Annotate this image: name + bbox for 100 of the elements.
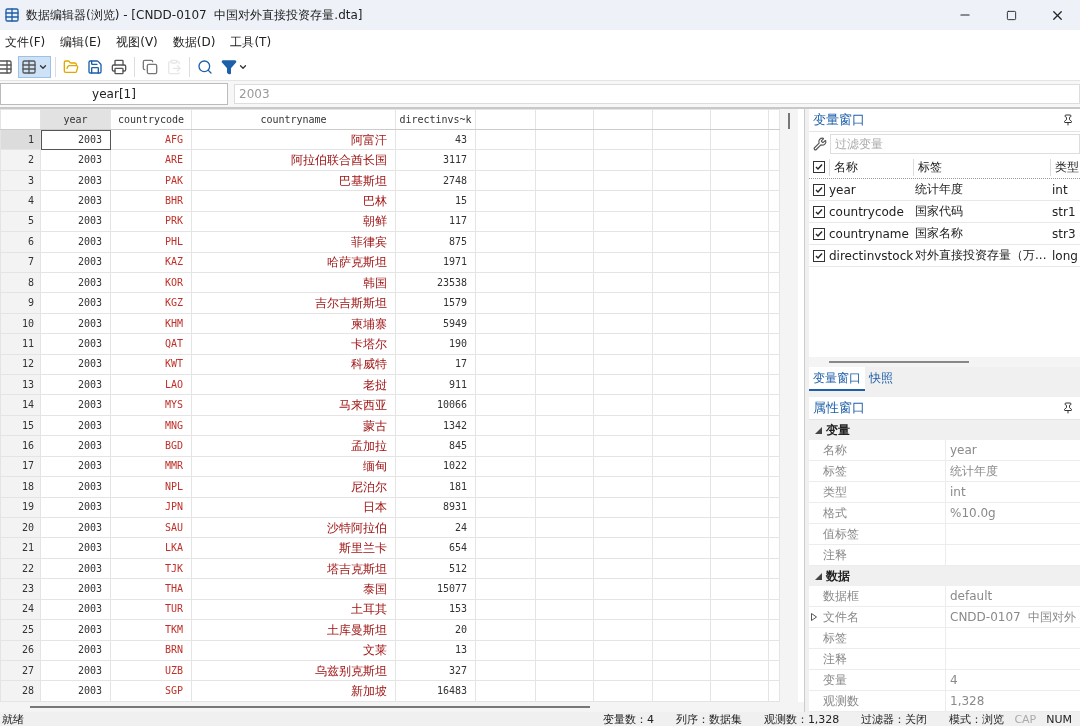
toolbar-button[interactable] <box>18 56 51 78</box>
table-cell[interactable]: 2003 <box>40 211 111 232</box>
checkbox[interactable] <box>813 249 825 262</box>
column-header[interactable]: countryname <box>191 109 396 130</box>
table-cell[interactable]: 1022 <box>395 456 476 477</box>
table-cell[interactable]: 沙特阿拉伯 <box>191 517 396 538</box>
menu-item[interactable]: 工具(T) <box>227 31 280 53</box>
horizontal-scrollbar[interactable] <box>809 357 1080 367</box>
table-cell[interactable]: 845 <box>395 435 476 457</box>
row-number[interactable]: 25 <box>0 619 41 641</box>
checkbox[interactable] <box>813 227 825 240</box>
table-cell[interactable]: 2003 <box>40 415 111 436</box>
table-cell[interactable]: 2003 <box>40 517 111 538</box>
table-cell[interactable]: MNG <box>110 415 192 436</box>
row-number[interactable]: 21 <box>0 537 41 559</box>
row-number[interactable]: 17 <box>0 456 41 477</box>
row-number[interactable]: 2 <box>0 149 41 171</box>
row-number[interactable]: 4 <box>0 190 41 212</box>
table-cell[interactable]: NPL <box>110 476 192 498</box>
table-cell[interactable]: 2003 <box>40 149 111 171</box>
table-cell[interactable]: BHR <box>110 190 192 212</box>
table-cell[interactable]: 孟加拉 <box>191 435 396 457</box>
row-number[interactable]: 18 <box>0 476 41 498</box>
checkbox[interactable] <box>813 205 825 218</box>
table-cell[interactable]: 土耳其 <box>191 599 396 620</box>
table-cell[interactable]: 3117 <box>395 149 476 171</box>
table-cell[interactable]: 韩国 <box>191 272 396 293</box>
table-cell[interactable]: 2748 <box>395 170 476 191</box>
table-cell[interactable]: 2003 <box>40 292 111 314</box>
table-cell[interactable]: 卡塔尔 <box>191 333 396 355</box>
table-cell[interactable]: 2003 <box>40 395 111 416</box>
wrench-icon[interactable] <box>813 137 827 151</box>
table-cell[interactable]: 2003 <box>40 272 111 293</box>
vertical-scrollbar[interactable] <box>780 109 798 702</box>
table-cell[interactable]: 阿富汗 <box>191 129 396 150</box>
table-cell[interactable]: KAZ <box>110 252 192 273</box>
table-cell[interactable]: KHM <box>110 313 192 334</box>
row-number[interactable]: 3 <box>0 170 41 191</box>
table-cell[interactable]: 5949 <box>395 313 476 334</box>
table-cell[interactable]: QAT <box>110 333 192 355</box>
table-cell[interactable]: 2003 <box>40 640 111 661</box>
table-cell[interactable]: LAO <box>110 374 192 395</box>
table-cell[interactable]: BGD <box>110 435 192 457</box>
table-cell[interactable]: 2003 <box>40 680 111 702</box>
table-cell[interactable]: 1342 <box>395 415 476 436</box>
row-number[interactable]: 13 <box>0 374 41 395</box>
table-cell[interactable]: TKM <box>110 619 192 641</box>
triangle-icon[interactable] <box>815 572 822 580</box>
table-cell[interactable]: 8931 <box>395 497 476 518</box>
row-number[interactable]: 19 <box>0 497 41 518</box>
table-cell[interactable]: 新加坡 <box>191 680 396 702</box>
table-cell[interactable]: 512 <box>395 558 476 579</box>
table-cell[interactable]: 181 <box>395 476 476 498</box>
row-number[interactable]: 9 <box>0 292 41 314</box>
table-cell[interactable]: KOR <box>110 272 192 293</box>
row-number[interactable]: 15 <box>0 415 41 436</box>
row-number[interactable]: 24 <box>0 599 41 620</box>
table-cell[interactable]: 塔吉克斯坦 <box>191 558 396 579</box>
row-number[interactable]: 11 <box>0 333 41 355</box>
triangle-icon[interactable] <box>811 613 817 621</box>
row-number[interactable]: 12 <box>0 354 41 375</box>
table-cell[interactable]: 斯里兰卡 <box>191 537 396 559</box>
checkbox[interactable] <box>813 183 825 196</box>
table-cell[interactable]: 2003 <box>40 129 111 150</box>
table-cell[interactable]: THA <box>110 578 192 600</box>
checkbox[interactable] <box>813 161 825 173</box>
menu-item[interactable]: 文件(F) <box>2 31 54 53</box>
table-cell[interactable]: 朝鲜 <box>191 211 396 232</box>
table-cell[interactable]: 17 <box>395 354 476 375</box>
menu-item[interactable]: 编辑(E) <box>57 31 110 53</box>
table-cell[interactable]: 2003 <box>40 476 111 498</box>
filter-field[interactable]: 过滤变量 <box>830 134 1080 154</box>
row-number[interactable]: 10 <box>0 313 41 334</box>
row-number[interactable]: 6 <box>0 231 41 253</box>
table-cell[interactable]: 2003 <box>40 537 111 559</box>
table-cell[interactable]: 2003 <box>40 619 111 641</box>
table-cell[interactable]: 15077 <box>395 578 476 600</box>
pin-icon[interactable] <box>1062 114 1074 126</box>
row-number[interactable]: 16 <box>0 435 41 457</box>
table-cell[interactable]: 巴基斯坦 <box>191 170 396 191</box>
table-cell[interactable]: 2003 <box>40 435 111 457</box>
table-cell[interactable]: 2003 <box>40 190 111 212</box>
variable-name[interactable]: countrycode <box>829 204 904 219</box>
table-cell[interactable]: SAU <box>110 517 192 538</box>
table-cell[interactable]: 2003 <box>40 374 111 395</box>
tab[interactable]: 快照 <box>865 367 897 391</box>
table-cell[interactable]: 16483 <box>395 680 476 702</box>
table-cell[interactable]: 阿拉伯联合酋长国 <box>191 149 396 171</box>
table-cell[interactable]: SGP <box>110 680 192 702</box>
table-cell[interactable]: UZB <box>110 660 192 681</box>
table-cell[interactable]: 老挝 <box>191 374 396 395</box>
row-number[interactable]: 22 <box>0 558 41 579</box>
table-cell[interactable]: BRN <box>110 640 192 661</box>
table-cell[interactable]: 2003 <box>40 456 111 477</box>
column-header[interactable]: countrycode <box>110 109 192 130</box>
row-number[interactable]: 20 <box>0 517 41 538</box>
variable-name[interactable]: year <box>829 182 856 197</box>
table-cell[interactable]: 2003 <box>40 333 111 355</box>
table-cell[interactable]: 哈萨克斯坦 <box>191 252 396 273</box>
table-cell[interactable]: 654 <box>395 537 476 559</box>
